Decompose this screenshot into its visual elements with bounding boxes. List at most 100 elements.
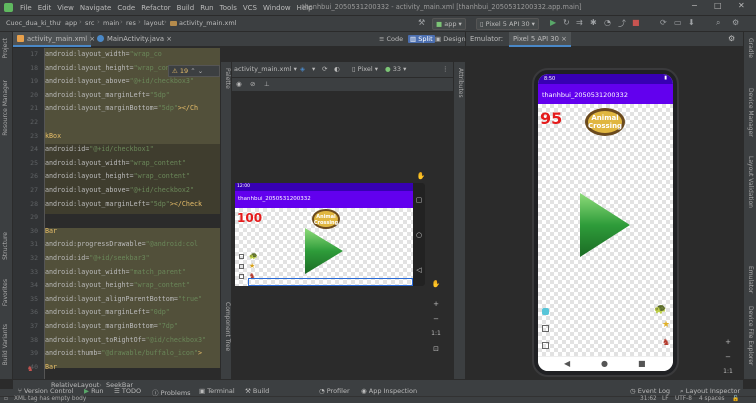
file-encoding[interactable]: UTF-8: [675, 396, 692, 402]
tool-version-control[interactable]: ⑂ Version Control: [18, 387, 73, 395]
layout-file-select[interactable]: activity_main.xml ▾: [234, 65, 297, 73]
device-select[interactable]: ▯ Pixel 5 API 30 ▾: [476, 18, 539, 30]
tool-run[interactable]: ▶ Run: [84, 387, 104, 395]
menu-run[interactable]: Run: [197, 4, 216, 12]
selected-seekbar[interactable]: [248, 278, 413, 286]
turtle-racer-icon[interactable]: 🐢: [654, 304, 666, 315]
sdk-manager-icon[interactable]: ⬇: [688, 18, 695, 27]
menu-code[interactable]: Code: [114, 4, 138, 12]
home-icon[interactable]: ●: [601, 359, 608, 368]
recents-icon[interactable]: ■: [638, 359, 646, 368]
tool-emulator[interactable]: Emulator: [747, 266, 754, 293]
view-options-icon[interactable]: ◉: [236, 80, 242, 88]
tool-app-inspection[interactable]: ◉ App Inspection: [361, 387, 417, 395]
emulator-settings-icon[interactable]: ⚙: [728, 34, 735, 43]
night-mode-icon[interactable]: ◐: [334, 65, 340, 73]
sync-gradle-icon[interactable]: ⟳: [660, 18, 667, 27]
run-icon[interactable]: ▶: [550, 18, 556, 27]
tool-layout-validation[interactable]: Layout Validation: [747, 156, 754, 208]
device-manager-icon[interactable]: ▭: [674, 18, 682, 27]
apply-changes-icon[interactable]: ⇉: [576, 18, 583, 27]
design-surface-icon[interactable]: ◈: [300, 65, 305, 73]
close-tab-icon[interactable]: ×: [166, 35, 172, 43]
run-config-select[interactable]: ■ app ▾: [432, 18, 466, 30]
breadcrumb-app[interactable]: app: [65, 19, 77, 27]
inspection-warnings-badge[interactable]: ⚠ 19 ⌃ ⌄: [168, 65, 220, 77]
margin-icon[interactable]: ⊥: [264, 80, 270, 88]
checkbox2[interactable]: [542, 325, 549, 332]
maximize-button[interactable]: □: [714, 1, 722, 10]
breadcrumb-main[interactable]: main: [103, 19, 119, 27]
split-view-button[interactable]: ▥ Split: [408, 35, 435, 43]
tool-device-file-explorer[interactable]: Device File Explorer: [747, 306, 754, 365]
emulator-screen[interactable]: 8:50 ▮ thanhbui_2050531200332 95 Animal C…: [538, 74, 673, 371]
menu-build[interactable]: Build: [174, 4, 198, 12]
status-message[interactable]: XML tag has empty body: [14, 396, 86, 402]
emulator-zoom-out-icon[interactable]: −: [722, 353, 734, 361]
zoom-in-icon[interactable]: +: [430, 300, 442, 308]
menu-vcs[interactable]: VCS: [240, 4, 260, 12]
checkbox3[interactable]: [542, 342, 549, 349]
menu-navigate[interactable]: Navigate: [77, 4, 114, 12]
breadcrumb-project[interactable]: Cuoc_dua_ki_thu: [6, 19, 61, 27]
checkbox1[interactable]: [239, 254, 244, 259]
breadcrumb-src[interactable]: src: [85, 19, 95, 27]
tool-project[interactable]: Project: [2, 38, 9, 59]
lock-icon[interactable]: 🔓: [732, 396, 739, 402]
menu-edit[interactable]: Edit: [35, 4, 55, 12]
zoom-out-icon[interactable]: −: [430, 315, 442, 323]
tool-build[interactable]: ⚒ Build: [245, 387, 269, 395]
zoom-icon[interactable]: ⊘: [250, 80, 255, 88]
more-options-icon[interactable]: ⋮: [442, 65, 449, 73]
buffalo-racer-icon[interactable]: ♞: [662, 338, 670, 348]
search-icon[interactable]: ⌕: [716, 18, 720, 28]
menu-tools[interactable]: Tools: [217, 4, 240, 12]
menu-refactor[interactable]: Refactor: [138, 4, 173, 12]
back-icon[interactable]: ◀: [564, 359, 570, 368]
code-view-button[interactable]: ≡ Code: [379, 35, 403, 43]
menu-view[interactable]: View: [54, 4, 77, 12]
menu-file[interactable]: File: [17, 4, 35, 12]
menu-window[interactable]: Window: [260, 4, 294, 12]
tab-activity-main[interactable]: activity_main.xml ×: [13, 32, 95, 47]
close-window-button[interactable]: ✕: [738, 1, 745, 10]
debug-icon[interactable]: ✱: [590, 18, 597, 27]
tool-layout-inspector[interactable]: ⌕ Layout Inspector: [680, 387, 740, 396]
indent-setting[interactable]: 4 spaces: [699, 396, 725, 402]
breadcrumb-file[interactable]: activity_main.xml: [170, 19, 237, 27]
tool-component-tree[interactable]: Component Tree: [224, 302, 231, 351]
tool-favorites[interactable]: Favorites: [2, 279, 9, 306]
emulator-zoom-in-icon[interactable]: +: [722, 338, 734, 346]
hammer-icon[interactable]: ⚒: [418, 18, 425, 27]
tool-gradle[interactable]: Gradle: [747, 38, 754, 58]
tool-attributes[interactable]: Attributes: [457, 68, 464, 98]
zoom-actual-icon[interactable]: 1:1: [430, 330, 442, 337]
profile-icon[interactable]: ◔: [604, 18, 611, 27]
tool-terminal[interactable]: ▣ Terminal: [199, 387, 235, 395]
zoom-fit-icon[interactable]: ⊡: [430, 345, 442, 353]
device-preview-select[interactable]: ▯ Pixel ▾: [352, 65, 378, 73]
checkbox3[interactable]: [239, 274, 244, 279]
breadcrumb-layout[interactable]: layout: [144, 19, 164, 27]
checkbox1-checked[interactable]: [542, 308, 549, 315]
line-separator[interactable]: LF: [662, 396, 669, 402]
emulator-zoom-actual-icon[interactable]: 1:1: [722, 368, 734, 375]
preview-score-text[interactable]: 100: [237, 211, 262, 225]
pan-hand-icon[interactable]: ✋: [415, 172, 427, 180]
play-button[interactable]: [576, 190, 632, 260]
tool-todo[interactable]: ☰ TODO: [114, 387, 141, 395]
tool-build-variants[interactable]: Build Variants: [2, 324, 9, 365]
score-text[interactable]: 95: [540, 109, 562, 128]
settings-gear-icon[interactable]: ⚙: [732, 18, 739, 27]
caret-position[interactable]: 31:62: [640, 396, 657, 402]
attach-debugger-icon[interactable]: ⤴: [618, 18, 626, 29]
api-level-select[interactable]: ● 33 ▾: [385, 65, 406, 73]
emulator-device-tab[interactable]: Pixel 5 API 30 ×: [509, 32, 571, 47]
tab-main-activity[interactable]: MainActivity.java ×: [93, 32, 177, 47]
design-view-button[interactable]: ▣ Design: [435, 35, 466, 43]
breadcrumb-res[interactable]: res: [126, 19, 136, 27]
tool-device-manager[interactable]: Device Manager: [747, 88, 754, 137]
pikachu-racer-icon[interactable]: ★: [662, 320, 670, 330]
layout-preview[interactable]: 12:00 thanhbui_2050531200332 100 Animal …: [235, 183, 414, 286]
tool-event-log[interactable]: ◷ Event Log: [630, 387, 670, 395]
